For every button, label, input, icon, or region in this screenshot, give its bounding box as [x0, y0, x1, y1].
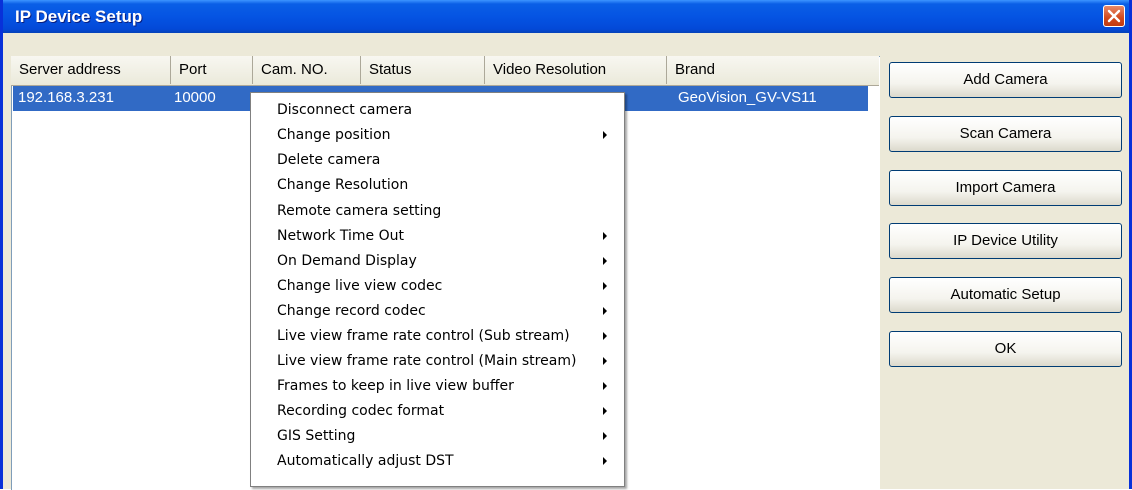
menu-item-change-position[interactable]: Change position [253, 123, 622, 147]
window-title: IP Device Setup [15, 7, 143, 26]
submenu-arrow-icon [603, 357, 607, 365]
menu-item-label: Disconnect camera [277, 102, 413, 118]
title-bar[interactable]: IP Device Setup [3, 0, 1129, 33]
menu-item-label: Recording codec format [277, 403, 445, 419]
submenu-arrow-icon [603, 432, 607, 440]
menu-item-label: Delete camera [277, 152, 381, 168]
menu-item-delete-camera[interactable]: Delete camera [253, 148, 622, 172]
menu-item-network-time-out[interactable]: Network Time Out [253, 224, 622, 248]
menu-item-label: Change live view codec [277, 278, 443, 294]
submenu-arrow-icon [603, 282, 607, 290]
menu-item-label: Change record codec [277, 303, 426, 319]
list-header: Server address Port Cam. NO. Status Vide… [11, 56, 879, 86]
menu-item-label: Live view frame rate control (Sub stream… [277, 328, 570, 344]
submenu-arrow-icon [603, 131, 607, 139]
menu-item-label: Change Resolution [277, 177, 409, 193]
menu-item-recording-codec-format[interactable]: Recording codec format [253, 399, 622, 423]
menu-item-label: Frames to keep in live view buffer [277, 378, 514, 394]
menu-item-label: Remote camera setting [277, 203, 442, 219]
ip-device-utility-button[interactable]: IP Device Utility [889, 223, 1122, 259]
menu-item-live-view-frame-rate-main[interactable]: Live view frame rate control (Main strea… [253, 349, 622, 373]
ok-button[interactable]: OK [889, 331, 1122, 367]
submenu-arrow-icon [603, 257, 607, 265]
automatic-setup-button[interactable]: Automatic Setup [889, 277, 1122, 313]
menu-item-frames-to-keep[interactable]: Frames to keep in live view buffer [253, 374, 622, 398]
context-menu: Disconnect camera Change position Delete… [250, 92, 625, 487]
column-header-cam-no[interactable]: Cam. NO. [253, 56, 361, 84]
submenu-arrow-icon [603, 232, 607, 240]
add-camera-button[interactable]: Add Camera [889, 62, 1122, 98]
cell-port: 10000 [174, 89, 216, 106]
menu-item-label: On Demand Display [277, 253, 417, 269]
submenu-arrow-icon [603, 407, 607, 415]
column-header-brand[interactable]: Brand [667, 56, 879, 84]
column-header-port[interactable]: Port [171, 56, 253, 84]
import-camera-button[interactable]: Import Camera [889, 170, 1122, 206]
menu-item-automatically-adjust-dst[interactable]: Automatically adjust DST [253, 449, 622, 473]
menu-item-on-demand-display[interactable]: On Demand Display [253, 249, 622, 273]
close-button[interactable] [1103, 5, 1125, 27]
menu-item-label: Network Time Out [277, 228, 404, 244]
menu-item-label: Change position [277, 127, 391, 143]
submenu-arrow-icon [603, 457, 607, 465]
cell-server-address: 192.168.3.231 [18, 89, 114, 106]
menu-item-label: GIS Setting [277, 428, 356, 444]
cell-brand: GeoVision_GV-VS11 [678, 89, 817, 106]
menu-item-change-resolution[interactable]: Change Resolution [253, 173, 622, 197]
menu-item-live-view-frame-rate-sub[interactable]: Live view frame rate control (Sub stream… [253, 324, 622, 348]
submenu-arrow-icon [603, 382, 607, 390]
column-header-video-resolution[interactable]: Video Resolution [485, 56, 667, 84]
column-header-status[interactable]: Status [361, 56, 485, 84]
submenu-arrow-icon [603, 307, 607, 315]
menu-item-change-live-view-codec[interactable]: Change live view codec [253, 274, 622, 298]
menu-item-label: Live view frame rate control (Main strea… [277, 353, 577, 369]
column-header-server-address[interactable]: Server address [11, 56, 171, 84]
menu-item-disconnect-camera[interactable]: Disconnect camera [253, 98, 622, 122]
menu-item-label: Automatically adjust DST [277, 453, 454, 469]
menu-item-remote-camera-setting[interactable]: Remote camera setting [253, 199, 622, 223]
close-icon [1107, 9, 1121, 23]
menu-item-gis-setting[interactable]: GIS Setting [253, 424, 622, 448]
ip-device-setup-window: IP Device Setup Server address Port Cam.… [0, 0, 1132, 490]
menu-item-change-record-codec[interactable]: Change record codec [253, 299, 622, 323]
scan-camera-button[interactable]: Scan Camera [889, 116, 1122, 152]
submenu-arrow-icon [603, 332, 607, 340]
